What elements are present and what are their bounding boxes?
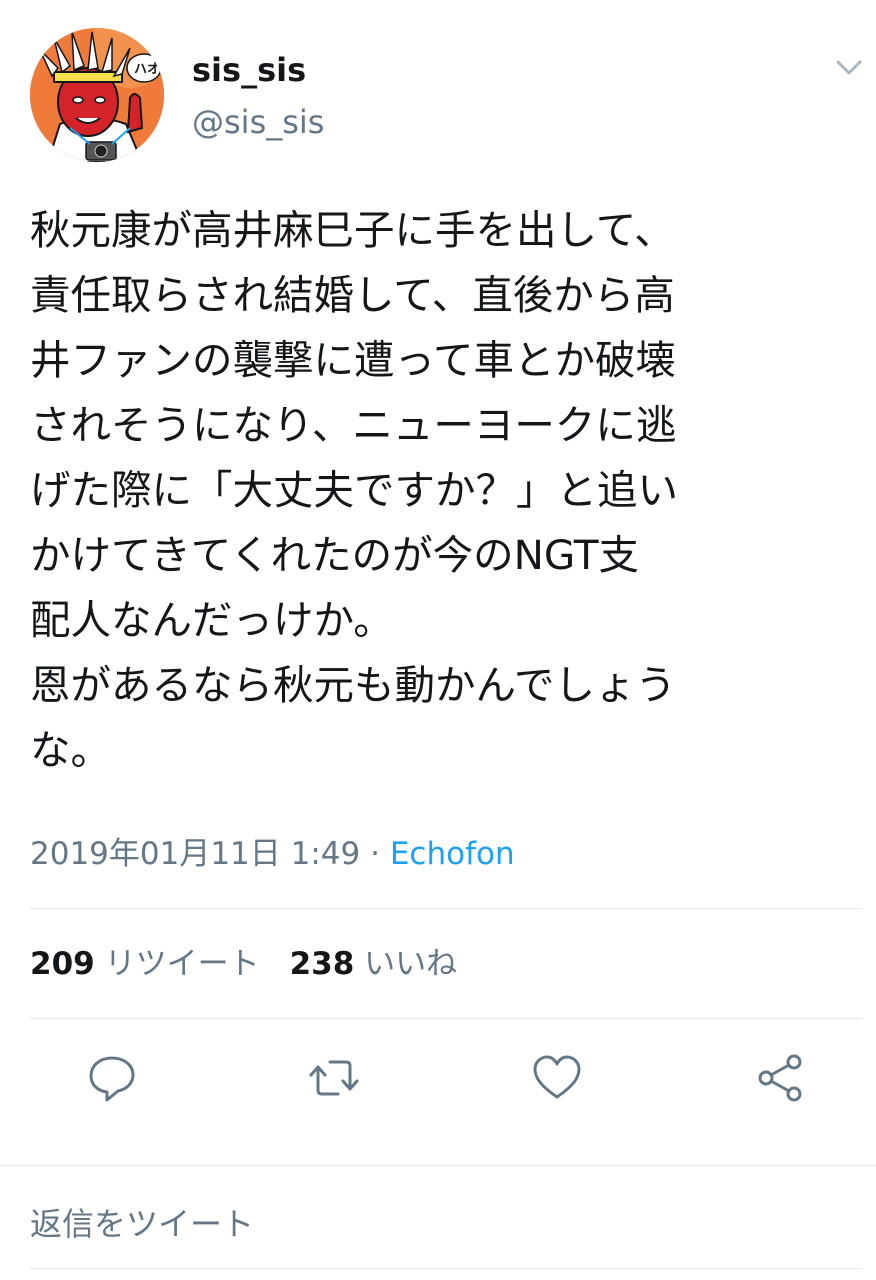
retweets-label: リツイート — [104, 946, 260, 982]
retweets-count: 209 — [30, 946, 95, 982]
tweet-timestamp: 2019年01月11日 1:49 — [30, 836, 361, 872]
retweet-icon — [309, 1060, 359, 1096]
likes-count: 238 — [289, 946, 355, 982]
likes-label: いいね — [364, 946, 458, 982]
tweet-meta: 2019年01月11日 1:49 · Echofon — [30, 832, 515, 876]
share-icon — [758, 1054, 802, 1102]
tweet-source-link[interactable]: Echofon — [390, 836, 515, 872]
avatar[interactable]: ハオ! — [30, 28, 164, 162]
divider — [30, 908, 862, 909]
likes-stat[interactable]: 238 いいね — [290, 946, 458, 982]
chevron-down-icon[interactable] — [834, 52, 864, 82]
divider — [30, 1268, 862, 1269]
section-gap — [0, 1137, 876, 1165]
avatar-illustration: ハオ! — [30, 28, 164, 162]
retweets-stat[interactable]: 209 リツイート — [30, 946, 260, 982]
meta-separator: · — [370, 836, 380, 872]
tweet-stats: 209 リツイート 238 いいね — [30, 942, 457, 986]
divider — [0, 1165, 876, 1166]
reply-tweet-input[interactable]: 返信をツイート — [30, 1202, 254, 1246]
share-button[interactable] — [754, 1052, 806, 1104]
like-button[interactable] — [531, 1052, 583, 1104]
display-name[interactable]: sis_sis — [192, 50, 306, 90]
divider — [30, 1018, 862, 1019]
tweet-text: 秋元康が高井麻巳子に手を出して、 責任取らされ結婚して、直後から高 井ファンの襲… — [30, 206, 678, 774]
reply-button[interactable] — [86, 1052, 138, 1104]
reply-icon — [89, 1056, 135, 1102]
avatar-speech-text: ハオ! — [134, 62, 164, 77]
retweet-button[interactable] — [308, 1052, 360, 1104]
user-handle[interactable]: @sis_sis — [192, 102, 324, 142]
heart-icon — [533, 1055, 581, 1099]
